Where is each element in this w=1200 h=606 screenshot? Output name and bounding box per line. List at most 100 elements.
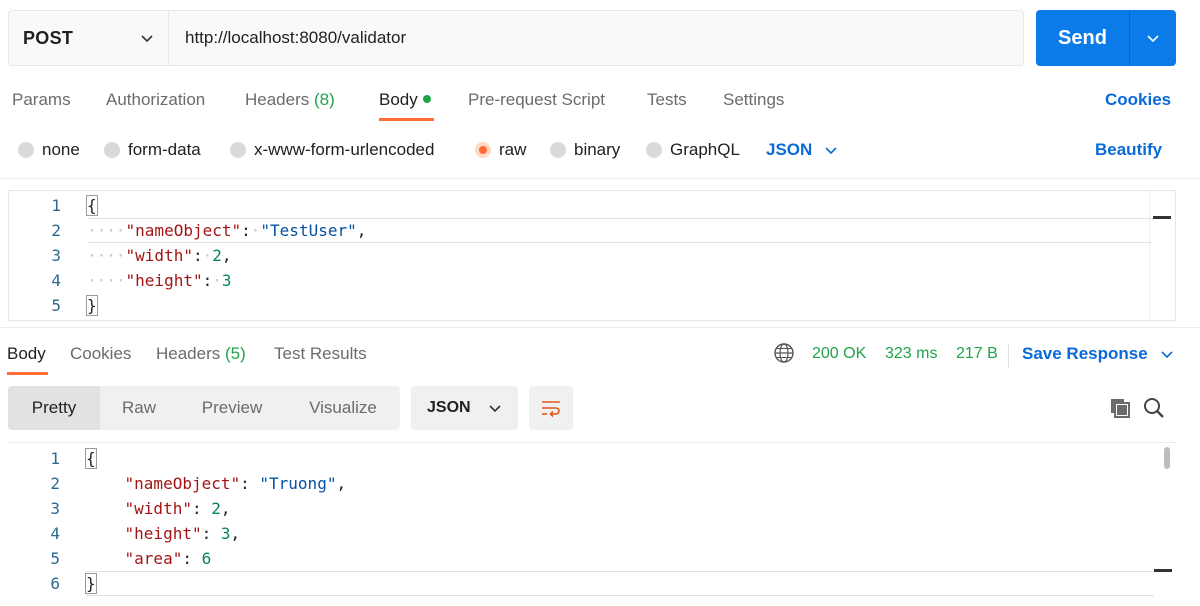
radio-circle	[104, 142, 120, 158]
tab-test-results[interactable]: Test Results	[274, 344, 367, 364]
json-trail: ,	[220, 499, 231, 518]
json-key: "area"	[124, 549, 183, 568]
tab-settings[interactable]: Settings	[723, 90, 784, 110]
body-language-label: JSON	[766, 140, 813, 159]
radio-circle	[18, 142, 34, 158]
tab-params[interactable]: Params	[12, 90, 71, 110]
json-field: ····"nameObject":·"TestUser",	[87, 221, 367, 240]
request-body-editor[interactable]: 1 { 2 ····"nameObject":·"TestUser", 3 ··…	[8, 190, 1176, 321]
code-line: 3 "width": 2,	[8, 496, 1176, 521]
radio-urlencoded[interactable]: x-www-form-urlencoded	[230, 140, 434, 160]
json-key: "nameObject"	[124, 474, 241, 493]
json-field: ····"height":·3	[87, 271, 232, 290]
json-key: "nameObject"	[125, 221, 242, 240]
response-size[interactable]: 217 B	[956, 345, 998, 363]
json-value: 2	[212, 246, 222, 265]
tab-tests[interactable]: Tests	[647, 90, 687, 110]
code-line: 2 ····"nameObject":·"TestUser",	[9, 218, 1175, 243]
response-body-viewer[interactable]: 1 { 2 "nameObject": "Truong", 3 "width":…	[8, 442, 1176, 606]
view-visualize[interactable]: Visualize	[286, 386, 400, 430]
close-brace: }	[86, 295, 98, 316]
json-key: "width"	[125, 246, 193, 265]
url-input[interactable]: http://localhost:8080/validator	[169, 11, 1023, 65]
radio-raw[interactable]: raw	[475, 140, 526, 160]
tab-prerequest-script[interactable]: Pre-request Script	[468, 90, 605, 110]
code-line: 3 ····"width":·2,	[9, 243, 1175, 268]
code-line: 1 {	[8, 446, 1176, 471]
radio-binary[interactable]: binary	[550, 140, 620, 160]
divider	[0, 178, 1200, 179]
chevron-down-icon	[1161, 351, 1173, 359]
tab-authorization[interactable]: Authorization	[106, 90, 205, 110]
cookies-link[interactable]: Cookies	[1105, 90, 1171, 110]
status-code[interactable]: 200 OK	[812, 345, 866, 363]
tab-body[interactable]: Body	[379, 90, 431, 110]
viewer-scrollbar[interactable]	[1150, 443, 1176, 606]
body-language-select[interactable]: JSON	[766, 140, 838, 160]
tab-response-headers[interactable]: Headers (5)	[156, 344, 246, 364]
globe-icon[interactable]	[773, 342, 795, 364]
save-response-button[interactable]: Save Response	[1022, 344, 1174, 364]
beautify-link[interactable]: Beautify	[1095, 140, 1162, 160]
tab-body-label: Body	[379, 90, 418, 109]
send-options-button[interactable]	[1130, 10, 1176, 66]
chevron-down-icon	[489, 405, 501, 413]
line-number: 2	[50, 474, 60, 493]
json-trail: ,	[230, 524, 241, 543]
scroll-thumb[interactable]	[1164, 447, 1170, 469]
divider	[1008, 344, 1009, 368]
json-trail: ,	[356, 221, 367, 240]
wrap-lines-icon	[542, 401, 560, 418]
tab-response-body[interactable]: Body	[7, 344, 46, 364]
search-icon[interactable]	[1142, 396, 1166, 420]
editor-scrollbar[interactable]	[1149, 191, 1175, 320]
radio-circle	[230, 142, 246, 158]
code-line: 4 ····"height":·3	[9, 268, 1175, 293]
code-line: 2 "nameObject": "Truong",	[8, 471, 1176, 496]
body-modified-dot	[422, 94, 431, 103]
save-response-label: Save Response	[1022, 344, 1148, 363]
url-text: http://localhost:8080/validator	[185, 28, 407, 47]
radio-circle	[550, 142, 566, 158]
radio-label: x-www-form-urlencoded	[254, 140, 435, 159]
json-field: "nameObject": "Truong",	[124, 474, 347, 493]
line-number: 1	[51, 196, 61, 215]
tab-response-cookies[interactable]: Cookies	[70, 344, 131, 364]
open-brace: {	[85, 448, 97, 469]
copy-icon[interactable]	[1108, 396, 1132, 420]
json-key: "height"	[124, 524, 202, 543]
code-line: 4 "height": 3,	[8, 521, 1176, 546]
json-trail: ,	[336, 474, 347, 493]
code-line: 1 {	[9, 193, 1175, 218]
open-brace: {	[86, 195, 98, 216]
response-format-select[interactable]: JSON	[411, 386, 518, 430]
chevron-down-icon	[1147, 35, 1159, 43]
radio-form-data[interactable]: form-data	[104, 140, 201, 160]
wrap-lines-button[interactable]	[529, 386, 573, 430]
view-raw[interactable]: Raw	[100, 386, 178, 430]
chevron-down-icon	[825, 147, 837, 155]
view-mode-tabs: Pretty Raw Preview Visualize	[8, 386, 400, 430]
json-field: "area": 6	[124, 549, 212, 568]
response-time[interactable]: 323 ms	[885, 345, 937, 363]
active-tab-indicator	[7, 372, 48, 375]
code-line: 5 }	[9, 293, 1175, 318]
method-select[interactable]: POST	[9, 11, 169, 65]
radio-label: binary	[574, 140, 621, 159]
send-button[interactable]: Send	[1036, 10, 1130, 66]
divider	[0, 327, 1200, 328]
json-trail: ,	[221, 246, 232, 265]
send-button-group: Send	[1036, 10, 1176, 66]
tab-headers[interactable]: Headers (8)	[245, 90, 335, 110]
view-preview[interactable]: Preview	[178, 386, 286, 430]
radio-graphql[interactable]: GraphQL	[646, 140, 740, 160]
code-line: 5 "area": 6	[8, 546, 1176, 571]
json-field: ····"width":·2,	[87, 246, 232, 265]
view-pretty[interactable]: Pretty	[8, 386, 100, 430]
active-tab-indicator	[379, 118, 434, 121]
json-value: "Truong"	[259, 474, 337, 493]
request-tabs: Params Authorization Headers (8) Body Pr…	[0, 78, 1200, 122]
radio-none[interactable]: none	[18, 140, 80, 160]
line-number: 4	[51, 271, 61, 290]
line-number: 6	[50, 574, 60, 593]
